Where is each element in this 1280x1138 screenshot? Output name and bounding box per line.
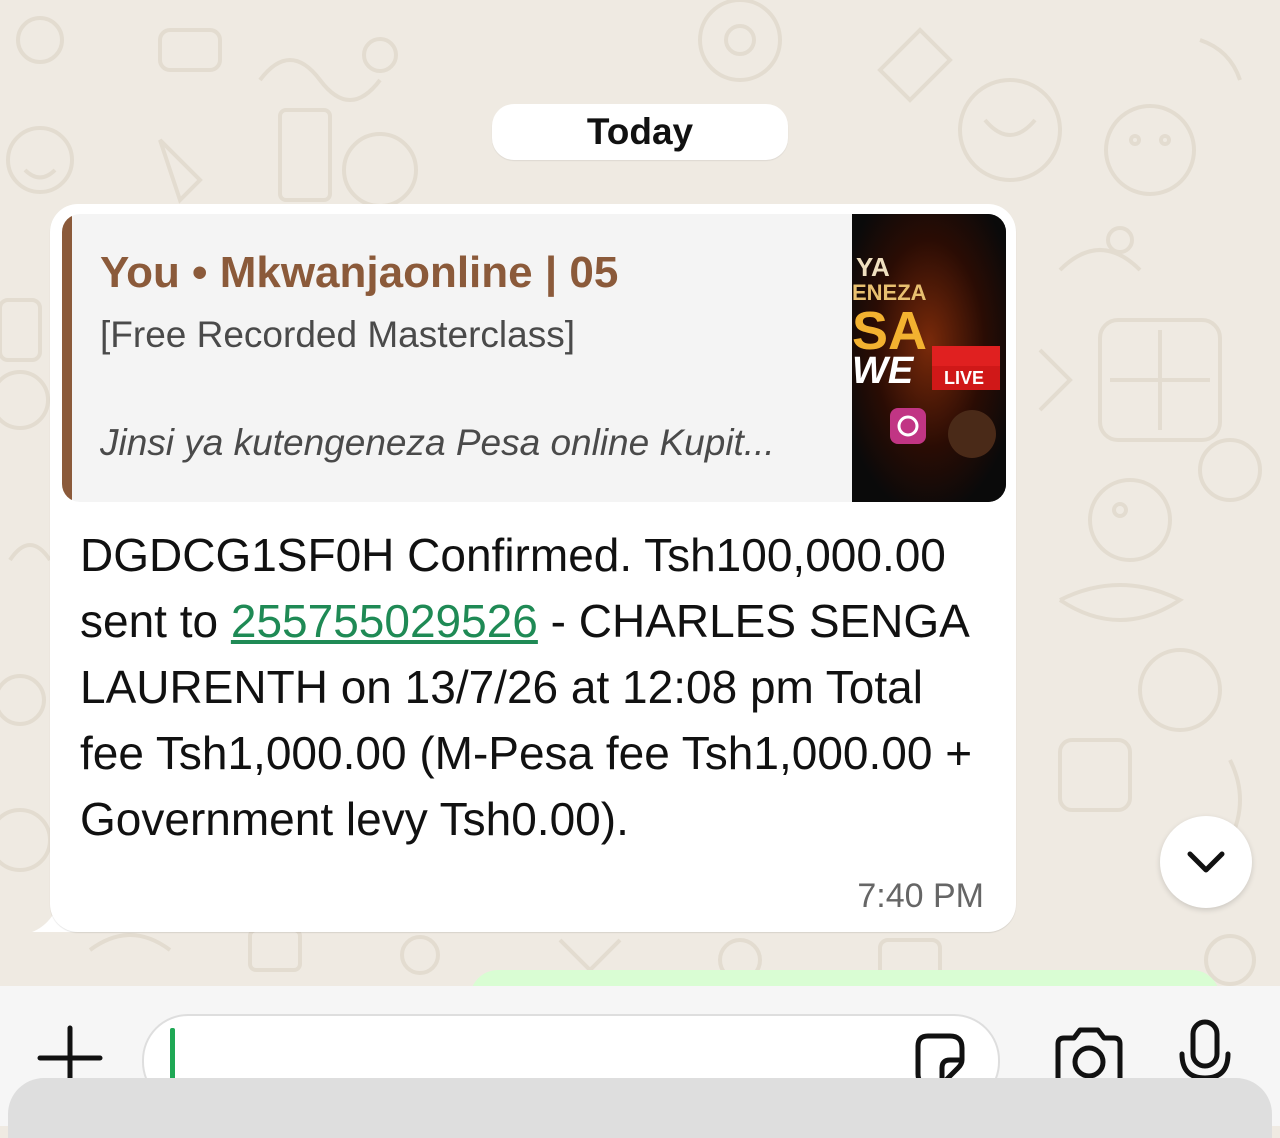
date-divider-label: Today bbox=[586, 111, 694, 152]
bottom-sheet-handle-area bbox=[8, 1078, 1272, 1138]
quoted-sender: You • Mkwanjaonline | 05 bbox=[100, 248, 619, 297]
thumb-text-1: YA bbox=[856, 252, 890, 282]
thumb-text-5: LIVE bbox=[944, 368, 985, 388]
thumb-text-4: WE bbox=[852, 350, 914, 392]
message-timestamp: 7:40 PM bbox=[857, 877, 984, 915]
quoted-preview: Jinsi ya kutengeneza Pesa online Kupit..… bbox=[100, 422, 775, 463]
quoted-thumbnail[interactable]: YA ENEZA SA WE LIVE bbox=[852, 214, 1006, 502]
quote-accent-bar bbox=[62, 214, 72, 502]
quoted-title: [Free Recorded Masterclass] bbox=[100, 314, 576, 355]
scroll-to-bottom-button[interactable] bbox=[1160, 816, 1252, 908]
date-divider-chip: Today bbox=[492, 104, 788, 160]
chevron-down-icon bbox=[1187, 851, 1225, 873]
message-text: DGDCG1SF0H Confirmed. Tsh100,000.00 sent… bbox=[80, 522, 990, 852]
quoted-message[interactable]: You • Mkwanjaonline | 05 [Free Recorded … bbox=[62, 214, 1006, 502]
phone-number-link[interactable]: 255755029526 bbox=[231, 595, 538, 647]
incoming-message-bubble[interactable]: You • Mkwanjaonline | 05 [Free Recorded … bbox=[50, 204, 1016, 932]
